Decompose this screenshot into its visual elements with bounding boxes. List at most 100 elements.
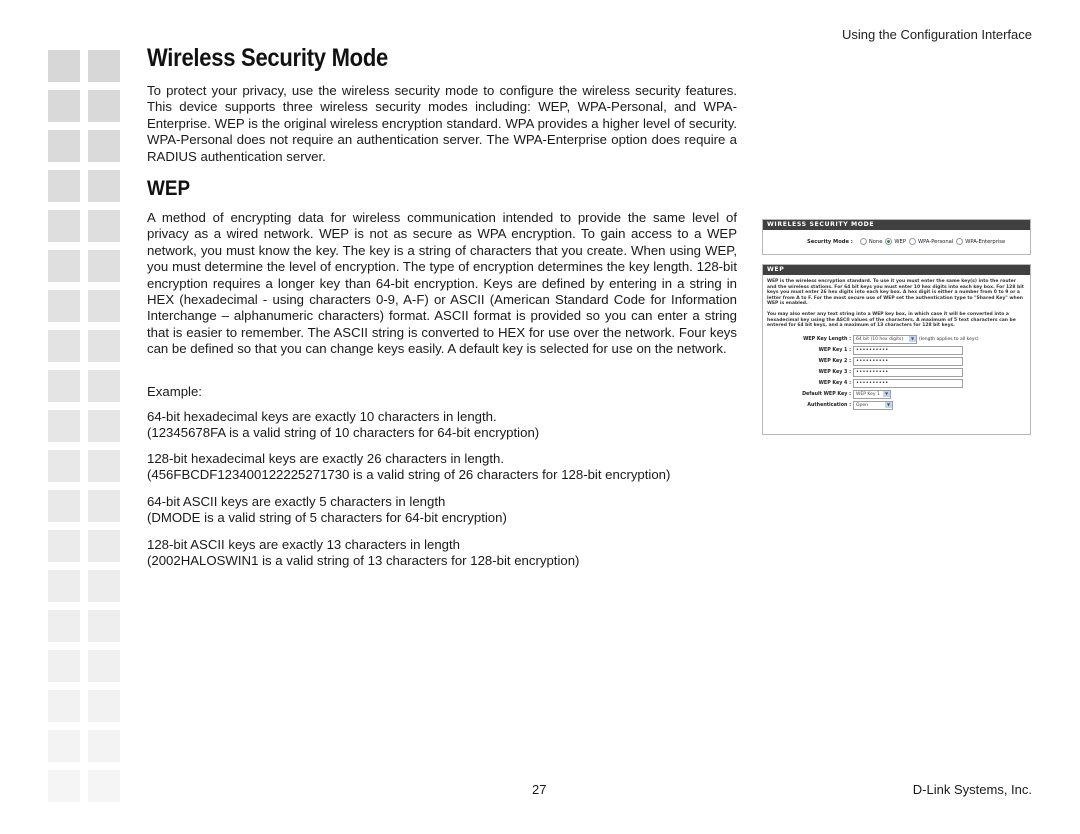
example-item: 128-bit ASCII keys are exactly 13 charac… bbox=[147, 537, 579, 570]
decorative-square bbox=[48, 770, 80, 802]
example-rule: 128-bit ASCII keys are exactly 13 charac… bbox=[147, 537, 460, 552]
authentication-select[interactable]: Open ▼ bbox=[853, 400, 893, 410]
intro-paragraph: To protect your privacy, use the wireles… bbox=[147, 83, 737, 164]
decorative-square bbox=[48, 450, 80, 482]
decorative-square bbox=[48, 610, 80, 642]
decorative-square bbox=[88, 530, 120, 562]
decorative-square bbox=[48, 490, 80, 522]
decorative-square bbox=[88, 730, 120, 762]
example-rule: 64-bit hexadecimal keys are exactly 10 c… bbox=[147, 409, 497, 424]
chevron-down-icon: ▼ bbox=[885, 402, 892, 409]
radio-wep-label: WEP bbox=[894, 238, 906, 245]
wep-key-4-label: WEP Key 4 : bbox=[818, 380, 851, 386]
decorative-square bbox=[48, 90, 80, 122]
decorative-square bbox=[88, 570, 120, 602]
wep-panel-description-2: You may also enter any text string into … bbox=[767, 311, 1016, 329]
decorative-square bbox=[48, 370, 80, 402]
authentication-row: Authentication : Open ▼ bbox=[763, 400, 1030, 411]
example-sample: (456FBCDF123400122225271730 is a valid s… bbox=[147, 467, 671, 483]
radio-wpa-enterprise[interactable] bbox=[956, 238, 964, 245]
wep-key-row: WEP Key 3 : •••••••••• bbox=[763, 367, 1030, 378]
authentication-value: Open bbox=[856, 402, 869, 408]
decorative-square bbox=[88, 370, 120, 402]
security-mode-panel: WIRELESS SECURITY MODE Security Mode : N… bbox=[762, 219, 1031, 255]
security-mode-row: Security Mode : None WEP WPA-Personal WP… bbox=[763, 230, 1030, 253]
wep-panel-description: WEP is the wireless encryption standard.… bbox=[767, 279, 1024, 307]
decorative-square bbox=[48, 50, 80, 82]
decorative-square bbox=[88, 490, 120, 522]
decorative-square bbox=[88, 50, 120, 82]
decorative-square bbox=[88, 410, 120, 442]
footer-company: D-Link Systems, Inc. bbox=[912, 782, 1032, 797]
example-sample: (2002HALOSWIN1 is a valid string of 13 c… bbox=[147, 553, 580, 569]
radio-wpa-enterprise-label: WPA-Enterprise bbox=[965, 238, 1006, 245]
key-length-select[interactable]: 64 bit (10 hex digits) ▼ bbox=[853, 334, 917, 344]
decorative-square bbox=[88, 650, 120, 682]
wep-key-row: WEP Key 1 : •••••••••• bbox=[763, 345, 1030, 356]
example-rule: 64-bit ASCII keys are exactly 5 characte… bbox=[147, 494, 446, 509]
decorative-square bbox=[88, 770, 120, 802]
radio-none[interactable] bbox=[859, 238, 867, 245]
wep-key-2-label: WEP Key 2 : bbox=[818, 358, 851, 364]
decorative-square bbox=[88, 130, 120, 162]
chevron-down-icon: ▼ bbox=[883, 391, 890, 398]
wep-key-row: WEP Key 4 : •••••••••• bbox=[763, 378, 1030, 389]
key-length-value: 64 bit (10 hex digits) bbox=[856, 336, 904, 342]
decorative-square bbox=[88, 290, 120, 322]
example-item: 64-bit hexadecimal keys are exactly 10 c… bbox=[147, 409, 539, 442]
wep-key-2-input[interactable]: •••••••••• bbox=[853, 356, 963, 366]
example-sample: (12345678FA is a valid string of 10 char… bbox=[147, 425, 540, 441]
decorative-square bbox=[88, 210, 120, 242]
decorative-square bbox=[88, 610, 120, 642]
decorative-square bbox=[88, 690, 120, 722]
wep-key-1-input[interactable]: •••••••••• bbox=[853, 345, 963, 355]
page-title: Wireless Security Mode bbox=[147, 44, 388, 72]
decorative-square bbox=[48, 570, 80, 602]
wep-heading: WEP bbox=[147, 177, 191, 200]
default-key-select[interactable]: WEP Key 1 ▼ bbox=[853, 389, 891, 399]
decorative-square bbox=[48, 530, 80, 562]
key-length-row: WEP Key Length : 64 bit (10 hex digits) … bbox=[763, 334, 1030, 345]
decorative-square bbox=[88, 450, 120, 482]
key-length-label: WEP Key Length : bbox=[803, 336, 851, 342]
decorative-square bbox=[88, 250, 120, 282]
wep-key-4-input[interactable]: •••••••••• bbox=[853, 378, 963, 388]
default-key-row: Default WEP Key : WEP Key 1 ▼ bbox=[763, 389, 1030, 400]
decorative-square bbox=[88, 170, 120, 202]
example-rule: 128-bit hexadecimal keys are exactly 26 … bbox=[147, 451, 504, 466]
radio-wep[interactable] bbox=[885, 238, 893, 245]
security-mode-label: Security Mode : bbox=[807, 238, 853, 245]
wep-panel-title: WEP bbox=[763, 265, 1030, 275]
wep-key-1-label: WEP Key 1 : bbox=[818, 347, 851, 353]
decorative-square bbox=[48, 690, 80, 722]
decorative-square bbox=[48, 210, 80, 242]
security-mode-panel-title: WIRELESS SECURITY MODE bbox=[763, 220, 1030, 230]
decorative-square bbox=[88, 90, 120, 122]
radio-wpa-personal-label: WPA-Personal bbox=[917, 238, 954, 245]
wep-key-3-label: WEP Key 3 : bbox=[818, 369, 851, 375]
decorative-square bbox=[48, 290, 80, 322]
wep-key-3-input[interactable]: •••••••••• bbox=[853, 367, 963, 377]
example-sample: (DMODE is a valid string of 5 characters… bbox=[147, 510, 507, 526]
decorative-square bbox=[48, 250, 80, 282]
radio-none-label: None bbox=[868, 238, 883, 245]
decorative-square bbox=[48, 330, 80, 362]
authentication-label: Authentication : bbox=[807, 402, 851, 408]
wep-description: A method of encrypting data for wireless… bbox=[147, 210, 737, 357]
wep-settings-panel: WEP WEP is the wireless encryption stand… bbox=[762, 264, 1031, 435]
default-key-label: Default WEP Key : bbox=[802, 391, 851, 397]
decorative-square bbox=[48, 410, 80, 442]
default-key-value: WEP Key 1 bbox=[856, 391, 880, 397]
decorative-square bbox=[48, 650, 80, 682]
section-header: Using the Configuration Interface bbox=[841, 27, 1032, 42]
chevron-down-icon: ▼ bbox=[909, 336, 916, 343]
example-item: 64-bit ASCII keys are exactly 5 characte… bbox=[147, 494, 507, 527]
decorative-square bbox=[48, 730, 80, 762]
example-item: 128-bit hexadecimal keys are exactly 26 … bbox=[147, 451, 670, 484]
wep-form: WEP Key Length : 64 bit (10 hex digits) … bbox=[763, 329, 1030, 415]
wep-key-row: WEP Key 2 : •••••••••• bbox=[763, 356, 1030, 367]
page-number: 27 bbox=[532, 782, 547, 797]
radio-wpa-personal[interactable] bbox=[908, 238, 916, 245]
decorative-square bbox=[48, 170, 80, 202]
key-length-note: (length applies to all keys) bbox=[919, 336, 979, 342]
